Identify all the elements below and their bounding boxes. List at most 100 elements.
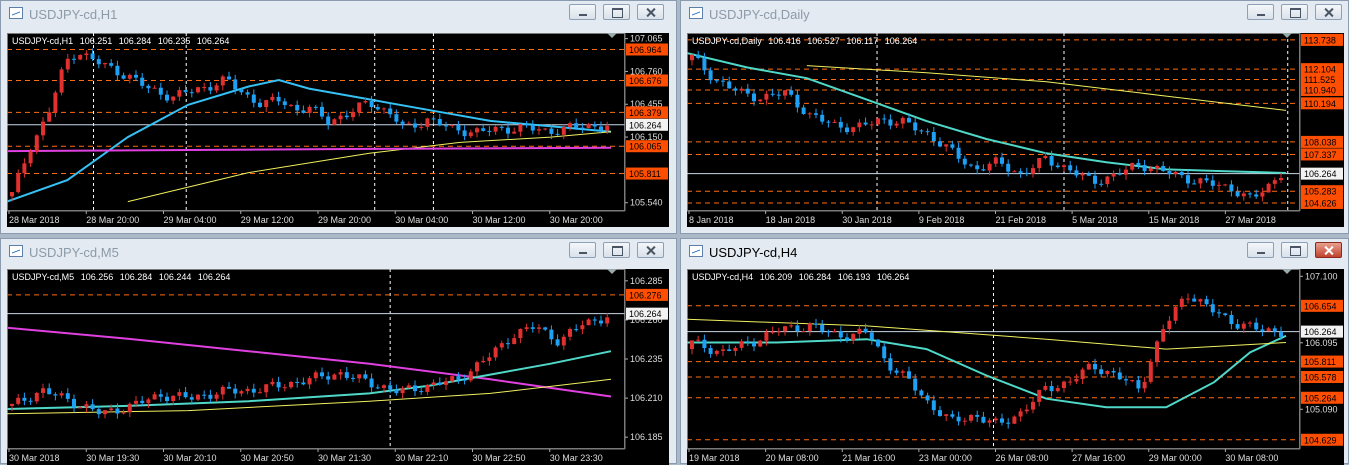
candle-body xyxy=(1173,306,1178,321)
candle-body xyxy=(907,371,911,379)
candlestick xyxy=(956,411,961,426)
candle-body xyxy=(41,388,45,393)
candlestick xyxy=(1272,325,1277,337)
level-price-label: 108.038 xyxy=(1304,137,1337,147)
candlestick xyxy=(506,338,510,349)
candlestick xyxy=(807,111,812,119)
candlestick xyxy=(826,329,831,337)
price-tick-label: 106.235 xyxy=(630,354,663,364)
candle-body xyxy=(65,393,70,399)
candle-body xyxy=(10,192,14,197)
close-button[interactable] xyxy=(637,4,664,20)
minimize-button[interactable] xyxy=(569,4,596,20)
maximize-button[interactable] xyxy=(1281,4,1308,20)
chart-window-icon xyxy=(689,245,703,257)
candle-body xyxy=(276,96,281,102)
candle-body xyxy=(320,106,324,117)
low-value: 106.117 xyxy=(846,36,879,46)
close-button[interactable] xyxy=(1315,4,1342,20)
candlestick xyxy=(851,126,856,136)
moving-average-line xyxy=(687,334,1287,409)
minimize-button[interactable] xyxy=(1247,242,1274,258)
candle-body xyxy=(1192,183,1197,185)
window-titlebar[interactable]: USDJPY-cd,M5 xyxy=(1,239,676,265)
candle-body xyxy=(857,122,862,128)
chart-window-h4[interactable]: USDJPY-cd,H4 107.100 106.095 105.090 106.65… xyxy=(680,238,1349,465)
candlestick xyxy=(1031,164,1035,178)
candle-body xyxy=(1080,173,1085,176)
price-chart[interactable]: 107.065 106.760 106.455 106.150 105.540 106.9… xyxy=(7,33,669,227)
price-chart[interactable]: 106.285 106.260 106.235 106.210 106.185 106.2… xyxy=(7,269,669,465)
candle-body xyxy=(714,350,719,354)
candlestick xyxy=(814,318,818,329)
chart-window-daily[interactable]: USDJPY-cd,Daily 113.738 112.104 111.525 110… xyxy=(680,0,1349,234)
candlestick xyxy=(177,86,182,101)
time-tick-label: 29 Mar 04:00 xyxy=(164,215,217,225)
candle-body xyxy=(993,418,998,421)
candle-body xyxy=(320,372,324,377)
candle-body xyxy=(264,100,269,108)
candle-body xyxy=(776,331,781,333)
minimize-button[interactable] xyxy=(569,242,596,258)
candle-body xyxy=(975,165,980,170)
candle-body xyxy=(512,338,517,345)
candle-body xyxy=(134,74,138,78)
maximize-button[interactable] xyxy=(603,4,630,20)
candlestick xyxy=(208,389,213,403)
candle-body xyxy=(599,126,603,131)
minimize-icon xyxy=(1248,243,1273,257)
candle-body xyxy=(1055,165,1060,168)
candlestick xyxy=(975,161,980,175)
high-value: 106.527 xyxy=(807,36,840,46)
window-titlebar[interactable]: USDJPY-cd,H4 xyxy=(681,239,1348,265)
candlestick xyxy=(444,377,448,390)
candlestick xyxy=(227,382,231,389)
candle-body xyxy=(568,329,572,337)
candlestick xyxy=(1062,164,1066,172)
candle-body xyxy=(764,93,769,100)
candlestick xyxy=(1062,380,1066,393)
maximize-button[interactable] xyxy=(1281,242,1308,258)
candlestick xyxy=(702,334,707,353)
candle-body xyxy=(574,329,579,331)
chart-window-icon xyxy=(689,7,703,19)
candle-body xyxy=(1031,401,1035,410)
candlestick xyxy=(1210,299,1215,317)
candlestick xyxy=(1161,161,1166,172)
candle-body xyxy=(289,104,293,106)
candlestick xyxy=(264,99,269,113)
candle-body xyxy=(1068,381,1073,383)
candle-body xyxy=(1086,363,1091,370)
chart-window-m5[interactable]: USDJPY-cd,M5 106.285 106.260 106.235 106.21… xyxy=(0,238,677,465)
candle-body xyxy=(944,414,949,416)
candlestick xyxy=(251,89,256,108)
candlestick xyxy=(605,313,610,327)
price-chart[interactable]: 113.738 112.104 111.525 110.940 110.194 108.0… xyxy=(687,33,1344,227)
window-titlebar[interactable]: USDJPY-cd,Daily xyxy=(681,1,1348,27)
candlestick xyxy=(1198,177,1203,189)
chart-window-h1[interactable]: USDJPY-cd,H1 107.065 106.760 106.455 106.15… xyxy=(0,0,677,234)
window-titlebar[interactable]: USDJPY-cd,H1 xyxy=(1,1,676,27)
price-chart[interactable]: 107.100 106.095 105.090 106.654 106.264 105.8… xyxy=(687,269,1344,465)
candle-body xyxy=(745,341,750,343)
candlestick xyxy=(894,121,899,128)
candlestick xyxy=(1024,167,1029,177)
candle-body xyxy=(214,394,219,399)
candle-body xyxy=(758,340,763,347)
candlestick xyxy=(845,123,849,135)
candle-body xyxy=(394,389,399,394)
candle-body xyxy=(1086,173,1091,176)
close-button[interactable] xyxy=(637,242,664,258)
candle-body xyxy=(115,408,120,414)
candle-body xyxy=(165,396,169,402)
candle-body xyxy=(1167,171,1172,175)
candle-body xyxy=(876,339,880,347)
candlestick xyxy=(727,76,732,89)
candle-body xyxy=(913,378,918,391)
close-button[interactable] xyxy=(1315,242,1342,258)
minimize-button[interactable] xyxy=(1247,4,1274,20)
candle-body xyxy=(419,126,424,128)
candlestick xyxy=(758,98,763,102)
candle-body xyxy=(758,99,763,102)
maximize-button[interactable] xyxy=(603,242,630,258)
